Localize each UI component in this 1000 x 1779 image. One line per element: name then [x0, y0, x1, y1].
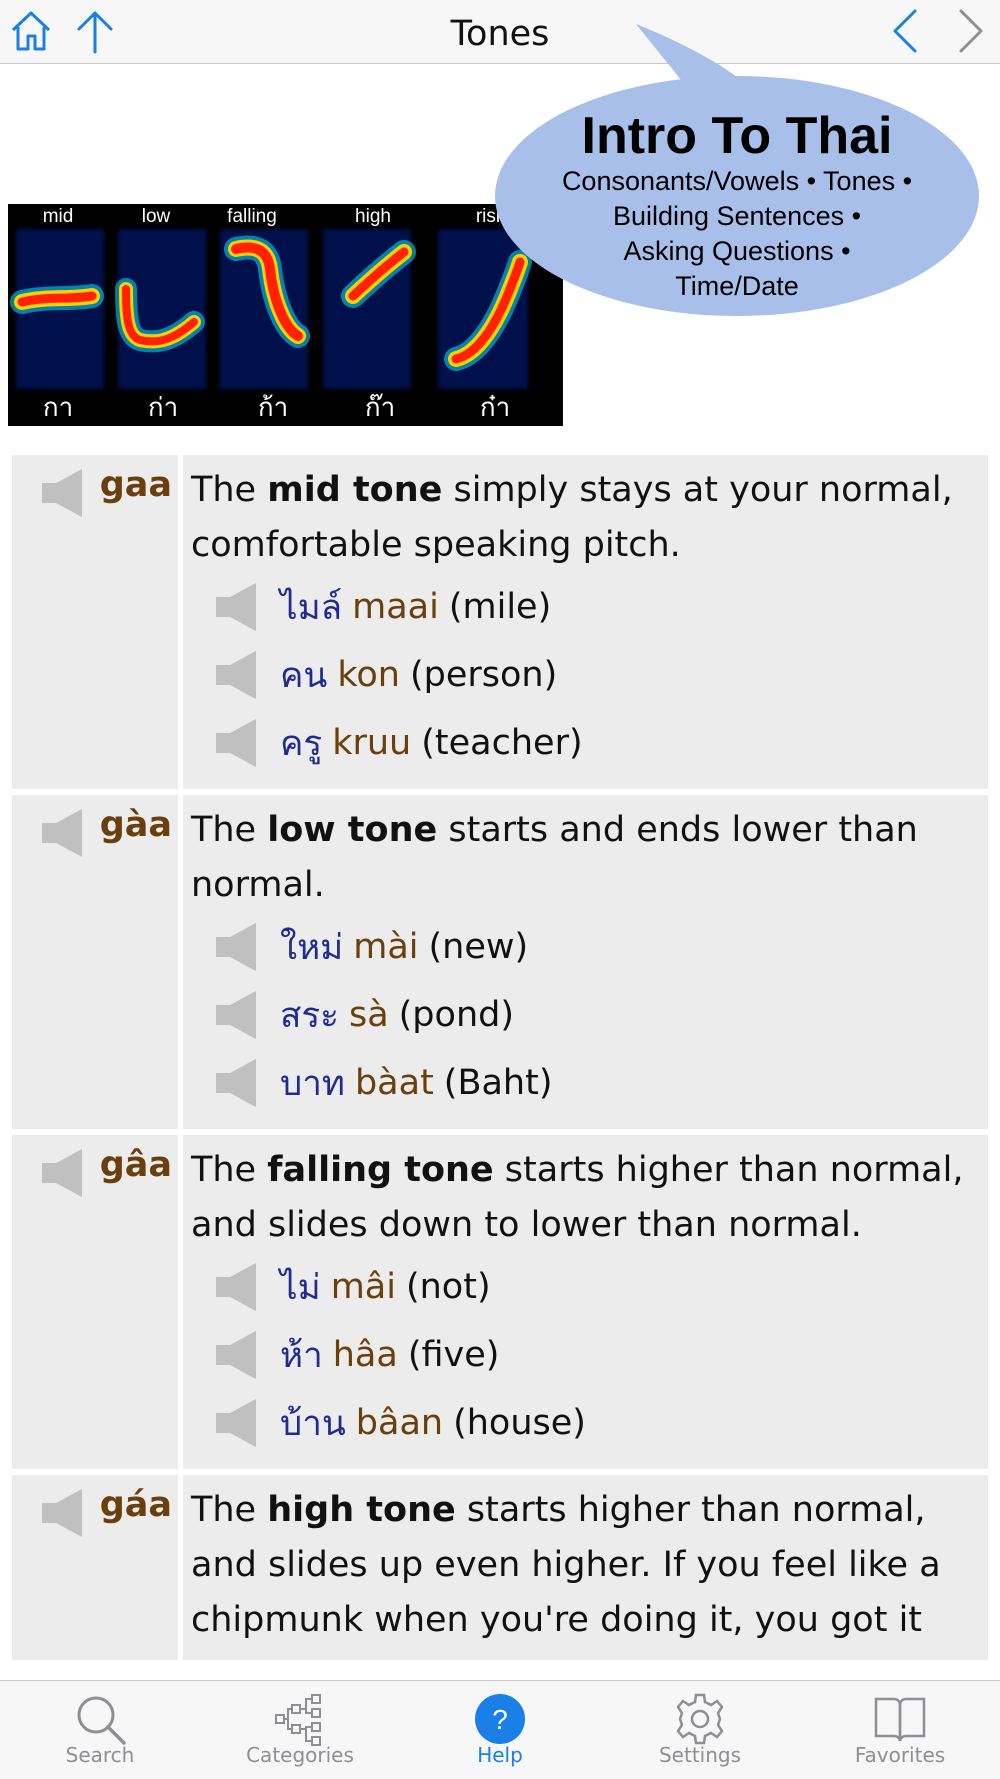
spectro-label: falling — [227, 206, 277, 227]
tone-section: gáa The high tone starts higher than nor… — [12, 1475, 988, 1660]
speaker-icon[interactable] — [216, 1397, 258, 1449]
book-icon — [872, 1691, 928, 1747]
example-row: ครู kruu (teacher) — [216, 709, 978, 777]
tone-description: The high tone starts higher than normal,… — [191, 1490, 941, 1640]
tone-description: The falling tone starts higher than norm… — [191, 1150, 964, 1245]
example-thai: ไมล์ — [280, 587, 343, 628]
speaker-icon[interactable] — [42, 1147, 84, 1199]
example-thai: ไม่ — [280, 1267, 321, 1308]
bubble-subtitle: Consonants/Vowels • Tones • Building Sen… — [561, 166, 913, 301]
example-roman: sà — [348, 995, 389, 1035]
example-thai: บาท — [280, 1063, 345, 1104]
example-roman: mâi — [330, 1267, 396, 1307]
example-row: บ้าน bâan (house) — [216, 1389, 978, 1457]
spectro-label: mid — [43, 206, 74, 227]
tone-header: gáa — [12, 1475, 183, 1660]
speaker-icon[interactable] — [216, 1057, 258, 1109]
tone-header: gâa — [12, 1135, 183, 1469]
example-row: ห้า hâa (five) — [216, 1321, 978, 1389]
bubble-title: Intro To Thai — [581, 107, 893, 165]
tone-word: gàa — [99, 805, 172, 845]
tone-word: gâa — [99, 1145, 172, 1185]
spectro-thai: ก้า — [258, 393, 288, 423]
tone-word: gáa — [99, 1485, 172, 1525]
spectro-label: high — [355, 206, 391, 227]
tone-section: gàa The low tone starts and ends lower t… — [12, 795, 988, 1129]
example-gloss: (not) — [405, 1267, 491, 1307]
spectro-label: low — [142, 206, 171, 227]
speaker-icon[interactable] — [216, 1261, 258, 1313]
example-row: ไมล์ maai (mile) — [216, 573, 978, 641]
example-gloss: (house) — [453, 1403, 586, 1443]
tone-description: The mid tone simply stays at your normal… — [191, 470, 953, 565]
example-roman: maai — [352, 587, 439, 627]
tab-help[interactable]: ? Help — [400, 1681, 600, 1779]
example-row: สระ sà (pond) — [216, 981, 978, 1049]
example-gloss: (person) — [409, 655, 558, 695]
intro-to-thai-bubble[interactable]: Intro To Thai Consonants/Vowels • Tones … — [494, 24, 980, 320]
example-roman: kruu — [332, 723, 412, 763]
example-gloss: (five) — [407, 1335, 500, 1375]
tone-sections: gaa The mid tone simply stays at your no… — [12, 455, 988, 1666]
spectro-thai: กา — [43, 393, 73, 423]
gear-icon — [672, 1691, 728, 1747]
example-gloss: (new) — [428, 927, 529, 967]
tone-section: gaa The mid tone simply stays at your no… — [12, 455, 988, 789]
example-gloss: (pond) — [398, 995, 514, 1035]
tab-categories[interactable]: Categories — [200, 1681, 400, 1779]
categories-icon — [272, 1691, 328, 1747]
svg-text:?: ? — [492, 1704, 508, 1735]
speaker-icon[interactable] — [42, 1487, 84, 1539]
example-thai: ครู — [280, 723, 323, 764]
example-thai: สระ — [280, 995, 339, 1036]
example-thai: บ้าน — [280, 1403, 346, 1444]
tab-favorites[interactable]: Favorites — [800, 1681, 1000, 1779]
tone-word: gaa — [99, 465, 172, 505]
example-thai: ใหม่ — [280, 927, 344, 968]
speaker-icon[interactable] — [216, 921, 258, 973]
spectro-thai: ก่า — [148, 393, 178, 423]
speaker-icon[interactable] — [42, 807, 84, 859]
example-roman: bàat — [354, 1063, 434, 1103]
spectro-thai: ก๋า — [480, 393, 510, 423]
example-row: คน kon (person) — [216, 641, 978, 709]
tab-settings[interactable]: Settings — [600, 1681, 800, 1779]
help-icon: ? — [472, 1691, 528, 1747]
example-row: ใหม่ mài (new) — [216, 913, 978, 981]
speaker-icon[interactable] — [216, 989, 258, 1041]
example-roman: hâa — [332, 1335, 398, 1375]
example-row: ไม่ mâi (not) — [216, 1253, 978, 1321]
spectro-thai: ก๊า — [365, 393, 395, 423]
example-thai: ห้า — [280, 1335, 323, 1376]
tone-header: gaa — [12, 455, 183, 789]
tab-search[interactable]: Search — [0, 1681, 200, 1779]
bottom-tab-bar: Search Categories ? Help Settings Favori… — [0, 1680, 1000, 1779]
speaker-icon[interactable] — [216, 649, 258, 701]
tone-description: The low tone starts and ends lower than … — [191, 810, 918, 905]
example-row: บาท bàat (Baht) — [216, 1049, 978, 1117]
example-gloss: (teacher) — [421, 723, 583, 763]
speaker-icon[interactable] — [216, 717, 258, 769]
example-thai: คน — [280, 655, 328, 696]
example-gloss: (mile) — [448, 587, 552, 627]
search-icon — [72, 1691, 128, 1747]
example-roman: mài — [353, 927, 419, 967]
speaker-icon[interactable] — [216, 1329, 258, 1381]
example-roman: kon — [337, 655, 400, 695]
example-roman: bâan — [355, 1403, 444, 1443]
tone-section: gâa The falling tone starts higher than … — [12, 1135, 988, 1469]
tone-header: gàa — [12, 795, 183, 1129]
speaker-icon[interactable] — [216, 581, 258, 633]
example-gloss: (Baht) — [443, 1063, 553, 1103]
tone-spectrogram-image: mid low falling high risi กา ก่า ก้า ก๊า… — [8, 204, 563, 426]
speaker-icon[interactable] — [42, 467, 84, 519]
